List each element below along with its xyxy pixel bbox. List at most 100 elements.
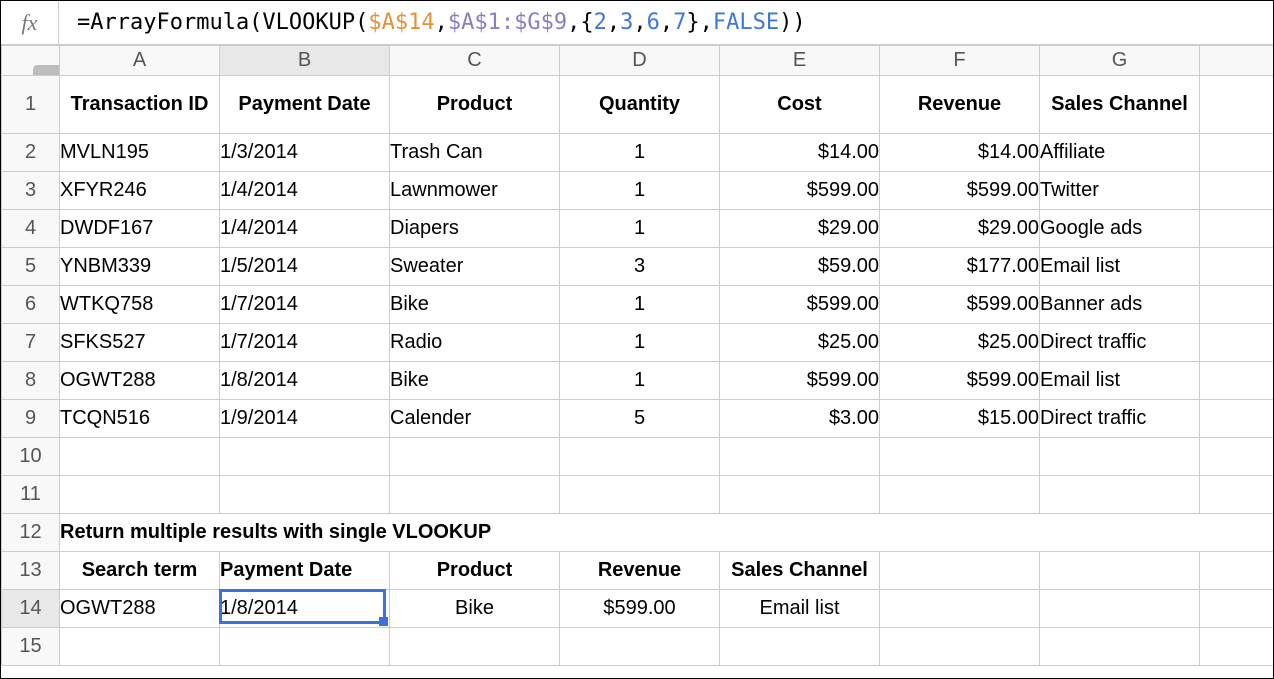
cell[interactable]: Product [390,552,560,590]
cell[interactable] [1200,210,1274,248]
cell[interactable]: 5 [560,400,720,438]
cell[interactable]: Radio [390,324,560,362]
col-header-blank[interactable] [1200,46,1274,76]
cell[interactable]: Twitter [1040,172,1200,210]
cell[interactable] [1040,590,1200,628]
cell[interactable]: 1/8/2014 [220,362,390,400]
cell[interactable]: $599.00 [880,172,1040,210]
cell[interactable]: Lawnmower [390,172,560,210]
cell[interactable]: Bike [390,362,560,400]
col-header-F[interactable]: F [880,46,1040,76]
cell[interactable]: Quantity [560,76,720,134]
cell[interactable]: Bike [390,286,560,324]
cell[interactable]: 1/4/2014 [220,172,390,210]
cell[interactable]: Payment Date [220,76,390,134]
cell[interactable] [720,628,880,666]
cell[interactable] [1200,400,1274,438]
cell[interactable]: 1/9/2014 [220,400,390,438]
cell[interactable]: Banner ads [1040,286,1200,324]
cell[interactable]: OGWT288 [60,590,220,628]
cell[interactable]: DWDF167 [60,210,220,248]
cell[interactable]: MVLN195 [60,134,220,172]
cell[interactable]: 1 [560,362,720,400]
cell[interactable]: Payment Date [220,552,390,590]
col-header-D[interactable]: D [560,46,720,76]
cell[interactable] [220,628,390,666]
row-header-12[interactable]: 12 [2,514,60,552]
cell[interactable] [1200,286,1274,324]
cell[interactable]: TCQN516 [60,400,220,438]
cell[interactable]: Direct traffic [1040,324,1200,362]
cell[interactable]: $599.00 [720,362,880,400]
cell[interactable] [1040,476,1200,514]
cell[interactable] [560,628,720,666]
formula-input[interactable]: =ArrayFormula(VLOOKUP($A$14,$A$1:$G$9,{2… [59,1,1273,44]
cell[interactable]: Revenue [880,76,1040,134]
cell[interactable] [390,476,560,514]
cell[interactable] [220,438,390,476]
cell[interactable] [1200,552,1274,590]
cell[interactable]: $599.00 [880,362,1040,400]
row-header-7[interactable]: 7 [2,324,60,362]
cell[interactable]: Transaction ID [60,76,220,134]
col-header-A[interactable]: A [60,46,220,76]
cell[interactable]: Email list [1040,248,1200,286]
selected-cell[interactable]: 1/8/2014 [220,590,390,628]
cell[interactable]: XFYR246 [60,172,220,210]
cell[interactable]: $599.00 [720,286,880,324]
row-header-15[interactable]: 15 [2,628,60,666]
cell[interactable]: Cost [720,76,880,134]
cell[interactable]: 1 [560,324,720,362]
cell[interactable] [880,438,1040,476]
cell[interactable] [1040,628,1200,666]
cell[interactable]: Bike [390,590,560,628]
cell[interactable]: Trash Can [390,134,560,172]
row-header-2[interactable]: 2 [2,134,60,172]
cell[interactable] [880,476,1040,514]
cell[interactable]: 1/7/2014 [220,324,390,362]
spreadsheet-grid[interactable]: A B C D E F G 1 Transaction ID Payment D… [1,45,1273,678]
cell[interactable] [880,552,1040,590]
cell[interactable]: 1 [560,172,720,210]
cell[interactable] [560,476,720,514]
cell[interactable]: $599.00 [880,286,1040,324]
cell[interactable] [1200,76,1274,134]
cell[interactable]: $14.00 [720,134,880,172]
cell[interactable] [1200,438,1274,476]
cell[interactable] [880,590,1040,628]
cell[interactable]: Sales Channel [1040,76,1200,134]
cell[interactable]: YNBM339 [60,248,220,286]
cell[interactable]: 1/4/2014 [220,210,390,248]
cell[interactable] [1200,248,1274,286]
cell[interactable]: Calender [390,400,560,438]
cell[interactable] [60,476,220,514]
cell[interactable] [1200,362,1274,400]
cell[interactable]: Revenue [560,552,720,590]
cell[interactable] [390,628,560,666]
cell[interactable] [1200,172,1274,210]
cell[interactable]: Search term [60,552,220,590]
row-header-10[interactable]: 10 [2,438,60,476]
cell[interactable] [1200,324,1274,362]
cell[interactable] [1200,628,1274,666]
row-header-14[interactable]: 14 [2,590,60,628]
cell[interactable]: $599.00 [560,590,720,628]
cell[interactable] [60,628,220,666]
cell[interactable]: $59.00 [720,248,880,286]
cell[interactable]: $29.00 [720,210,880,248]
cell[interactable]: $14.00 [880,134,1040,172]
row-header-6[interactable]: 6 [2,286,60,324]
row-header-11[interactable]: 11 [2,476,60,514]
cell[interactable] [1200,134,1274,172]
col-header-E[interactable]: E [720,46,880,76]
cell[interactable]: Direct traffic [1040,400,1200,438]
col-header-B[interactable]: B [220,46,390,76]
cell[interactable] [1200,590,1274,628]
cell[interactable]: 1/3/2014 [220,134,390,172]
cell[interactable]: Affiliate [1040,134,1200,172]
cell[interactable]: SFKS527 [60,324,220,362]
cell[interactable]: 1 [560,210,720,248]
cell[interactable] [720,476,880,514]
cell[interactable]: Email list [1040,362,1200,400]
cell[interactable]: Diapers [390,210,560,248]
